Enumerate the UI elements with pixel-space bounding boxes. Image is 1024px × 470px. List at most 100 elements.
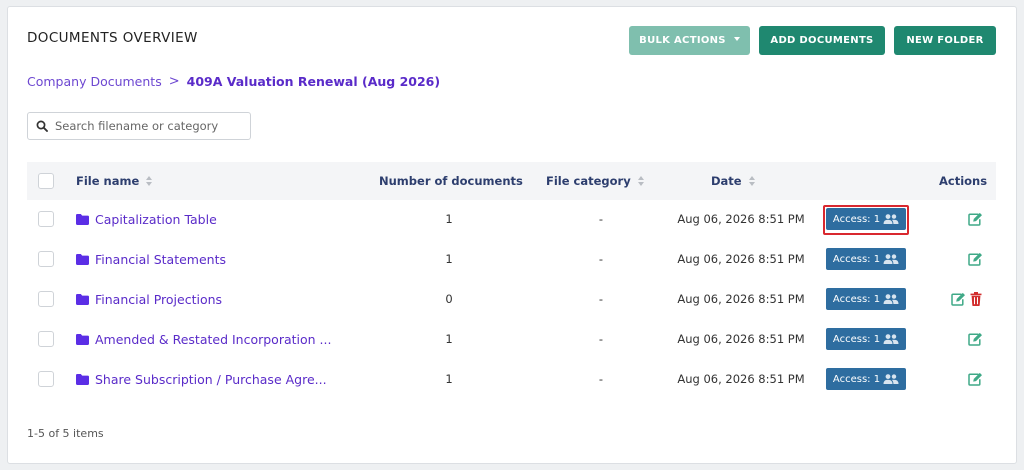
access-button[interactable]: Access: 1 (826, 248, 906, 270)
row-actions (951, 291, 982, 310)
file-category: - (598, 212, 604, 226)
row-checkbox[interactable] (38, 211, 54, 227)
sort-icon[interactable] (637, 176, 644, 186)
row-checkbox[interactable] (38, 291, 54, 307)
breadcrumb-current: 409A Valuation Renewal (Aug 2026) (186, 74, 441, 89)
file-name-cell[interactable]: Financial Statements (76, 239, 356, 279)
file-category: - (598, 332, 604, 346)
breadcrumb-separator: > (168, 74, 180, 89)
trash-icon[interactable] (970, 292, 982, 306)
users-icon (883, 294, 899, 304)
file-date: Aug 06, 2026 8:51 PM (677, 292, 805, 306)
add-documents-button[interactable]: ADD DOCUMENTS (759, 26, 885, 55)
folder-icon (76, 373, 89, 385)
header-date-label: Date (711, 174, 742, 188)
add-documents-label: ADD DOCUMENTS (770, 35, 874, 46)
caret-down-icon (733, 36, 740, 41)
header-file-category-label: File category (546, 174, 631, 188)
file-name-link[interactable]: Financial Statements (95, 252, 226, 267)
file-name-cell[interactable]: Amended & Restated Incorporation ... (76, 319, 356, 359)
access-button[interactable]: Access: 1 (826, 208, 906, 230)
edit-icon[interactable] (968, 252, 983, 266)
table-row: Amended & Restated Incorporation ... 1 - Au… (27, 319, 996, 359)
select-all-checkbox[interactable] (38, 173, 54, 189)
document-count: 1 (445, 332, 453, 346)
file-name-link[interactable]: Financial Projections (95, 292, 222, 307)
pagination-summary: 1-5 of 5 items (27, 427, 104, 440)
users-icon (883, 254, 899, 264)
search-icon (36, 120, 48, 132)
row-actions (968, 251, 983, 270)
row-actions (968, 371, 983, 390)
file-date: Aug 06, 2026 8:51 PM (677, 252, 805, 266)
file-name-cell[interactable]: Capitalization Table (76, 199, 356, 239)
access-button[interactable]: Access: 1 (826, 328, 906, 350)
row-actions (968, 211, 983, 230)
bulk-actions-label: BULK ACTIONS (639, 35, 726, 46)
table-row: Capitalization Table 1 - Aug 06, 2026 8:51 … (27, 199, 996, 239)
header-date[interactable]: Date (711, 162, 755, 200)
sort-icon[interactable] (748, 176, 755, 186)
folder-icon (76, 293, 89, 305)
row-actions (968, 331, 983, 350)
header-number-of-documents: Number of documents (379, 162, 523, 200)
access-label: Access: 1 (832, 333, 881, 345)
document-count: 1 (445, 252, 453, 266)
header-file-name[interactable]: File name (76, 162, 153, 200)
header-file-name-label: File name (76, 174, 140, 188)
folder-icon (76, 253, 89, 265)
access-label: Access: 1 (832, 213, 881, 225)
file-date: Aug 06, 2026 8:51 PM (677, 332, 805, 346)
edit-button[interactable] (968, 331, 983, 350)
folder-icon (76, 213, 89, 225)
bulk-actions-button[interactable]: BULK ACTIONS (629, 26, 750, 55)
file-category: - (598, 372, 604, 386)
file-date: Aug 06, 2026 8:51 PM (677, 212, 805, 226)
delete-button[interactable] (970, 291, 982, 310)
edit-icon[interactable] (951, 292, 966, 306)
access-button[interactable]: Access: 1 (826, 288, 906, 310)
edit-icon[interactable] (968, 372, 983, 386)
access-label: Access: 1 (832, 373, 881, 385)
header-actions-label: Actions (939, 174, 988, 188)
header-actions: Actions (939, 162, 987, 200)
search-input[interactable] (55, 119, 235, 133)
file-name-cell[interactable]: Share Subscription / Purchase Agre... (76, 359, 356, 399)
file-name-link[interactable]: Capitalization Table (95, 212, 217, 227)
row-checkbox[interactable] (38, 371, 54, 387)
users-icon (883, 334, 899, 344)
file-category: - (598, 252, 604, 266)
edit-icon[interactable] (968, 332, 983, 346)
access-label: Access: 1 (832, 253, 881, 265)
page-title: DOCUMENTS OVERVIEW (27, 30, 198, 46)
file-name-link[interactable]: Amended & Restated Incorporation ... (95, 332, 331, 347)
header-file-category[interactable]: File category (546, 162, 644, 200)
breadcrumb-root-link[interactable]: Company Documents (27, 74, 162, 89)
search-box[interactable] (27, 112, 251, 140)
file-name-link[interactable]: Share Subscription / Purchase Agre... (95, 372, 327, 387)
file-date: Aug 06, 2026 8:51 PM (677, 372, 805, 386)
edit-button[interactable] (968, 251, 983, 270)
users-icon (883, 374, 899, 384)
edit-button[interactable] (968, 211, 983, 230)
new-folder-label: NEW FOLDER (906, 35, 984, 46)
edit-icon[interactable] (968, 212, 983, 226)
document-count: 1 (445, 212, 453, 226)
table-row: Financial Projections 0 - Aug 06, 2026 8:51… (27, 279, 996, 319)
users-icon (883, 214, 899, 224)
access-label: Access: 1 (832, 293, 881, 305)
folder-icon (76, 333, 89, 345)
sort-icon[interactable] (146, 176, 153, 186)
file-name-cell[interactable]: Financial Projections (76, 279, 356, 319)
new-folder-button[interactable]: NEW FOLDER (894, 26, 996, 55)
documents-card: DOCUMENTS OVERVIEW BULK ACTIONS ADD DOCU… (7, 6, 1017, 464)
edit-button[interactable] (968, 371, 983, 390)
edit-button[interactable] (951, 291, 966, 310)
table-row: Financial Statements 1 - Aug 06, 2026 8:51 … (27, 239, 996, 279)
access-button[interactable]: Access: 1 (826, 368, 906, 390)
document-count: 1 (445, 372, 453, 386)
row-checkbox[interactable] (38, 331, 54, 347)
row-checkbox[interactable] (38, 251, 54, 267)
document-count: 0 (445, 292, 453, 306)
header-number-of-documents-label: Number of documents (379, 174, 523, 188)
